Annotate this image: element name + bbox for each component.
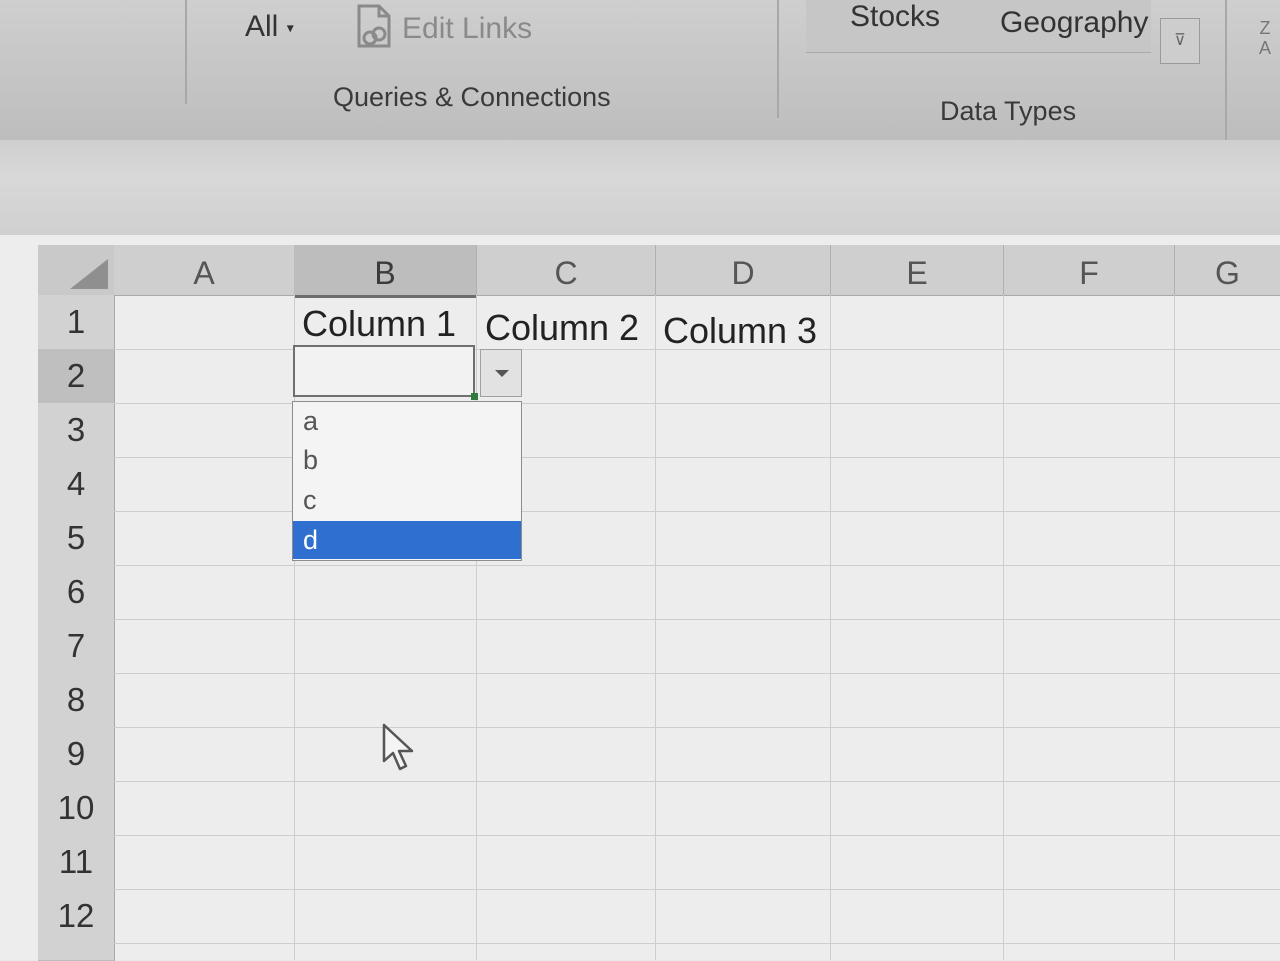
- ribbon: All ▾ Edit Links Queries & Connections S…: [0, 0, 1280, 141]
- more-icon: ⊽: [1174, 32, 1186, 49]
- column-header-b[interactable]: B: [294, 245, 477, 298]
- data-types-group-label: Data Types: [940, 96, 1077, 126]
- gridline: [114, 403, 1280, 404]
- select-all-triangle-icon: [70, 259, 108, 289]
- row-header-10[interactable]: 10: [38, 781, 115, 836]
- geography-button[interactable]: Geography: [1000, 6, 1148, 40]
- spreadsheet-grid[interactable]: A B C D E F G 1 2 3 4 5 6 7 8 9 10 11 12…: [0, 235, 1280, 961]
- column-header-c[interactable]: C: [477, 245, 656, 296]
- validation-dropdown-list: a b c d: [292, 401, 522, 561]
- gallery-more-button[interactable]: ⊽: [1160, 18, 1200, 64]
- active-cell-b2[interactable]: [293, 345, 475, 397]
- refresh-all-label: All: [245, 10, 279, 43]
- column-header-a[interactable]: A: [114, 245, 295, 296]
- stocks-button[interactable]: Stocks: [850, 0, 940, 34]
- cell-d1[interactable]: Column 3: [663, 310, 817, 352]
- gridline: [114, 511, 1280, 512]
- mouse-pointer-icon: [382, 723, 414, 771]
- gridline: [114, 673, 1280, 674]
- gridline: [114, 835, 1280, 836]
- column-header-e[interactable]: E: [831, 245, 1004, 296]
- fill-handle[interactable]: [471, 393, 478, 400]
- column-header-g[interactable]: G: [1175, 245, 1280, 296]
- row-header-12[interactable]: 12: [38, 889, 115, 944]
- gridline: [830, 295, 831, 960]
- row-header-9[interactable]: 9: [38, 727, 115, 782]
- gridline: [114, 889, 1280, 890]
- row-header-13[interactable]: [38, 943, 115, 961]
- row-header-6[interactable]: 6: [38, 565, 115, 620]
- edit-links-button[interactable]: Edit Links: [402, 12, 532, 46]
- gridline: [114, 943, 1280, 944]
- dropdown-option-a[interactable]: a: [293, 402, 521, 440]
- gridline: [114, 457, 1280, 458]
- row-header-11[interactable]: 11: [38, 835, 115, 890]
- edit-links-icon: [357, 4, 391, 48]
- dropdown-arrow-button[interactable]: [480, 349, 522, 397]
- gridline: [655, 295, 656, 960]
- sort-z-to-a-icon[interactable]: ZA: [1250, 18, 1280, 68]
- gridline: [114, 781, 1280, 782]
- ribbon-separator: [777, 0, 779, 118]
- gridline: [1003, 295, 1004, 960]
- ribbon-separator: [1225, 0, 1227, 140]
- cell-b1[interactable]: Column 1: [302, 303, 456, 345]
- row-header-7[interactable]: 7: [38, 619, 115, 674]
- column-header-d[interactable]: D: [656, 245, 831, 296]
- ribbon-separator: [185, 0, 187, 104]
- gridline: [114, 565, 1280, 566]
- row-header-3[interactable]: 3: [38, 403, 115, 458]
- dropdown-option-d[interactable]: d: [293, 521, 521, 559]
- row-header-4[interactable]: 4: [38, 457, 115, 512]
- queries-connections-group-label: Queries & Connections: [333, 82, 611, 112]
- refresh-all-button[interactable]: All ▾: [245, 10, 294, 44]
- column-header-f[interactable]: F: [1004, 245, 1175, 296]
- row-header-1[interactable]: 1: [38, 295, 115, 350]
- cell-c1[interactable]: Column 2: [485, 307, 639, 349]
- dropdown-option-b[interactable]: b: [293, 441, 521, 479]
- row-header-8[interactable]: 8: [38, 673, 115, 728]
- formula-bar-area: [0, 140, 1280, 236]
- dropdown-option-c[interactable]: c: [293, 481, 521, 519]
- gridline: [114, 619, 1280, 620]
- gridline: [114, 727, 1280, 728]
- chevron-down-icon: ▾: [286, 19, 294, 36]
- gridline: [1174, 295, 1175, 960]
- row-header-2[interactable]: 2: [38, 349, 115, 404]
- row-header-5[interactable]: 5: [38, 511, 115, 566]
- select-all-button[interactable]: [38, 245, 115, 296]
